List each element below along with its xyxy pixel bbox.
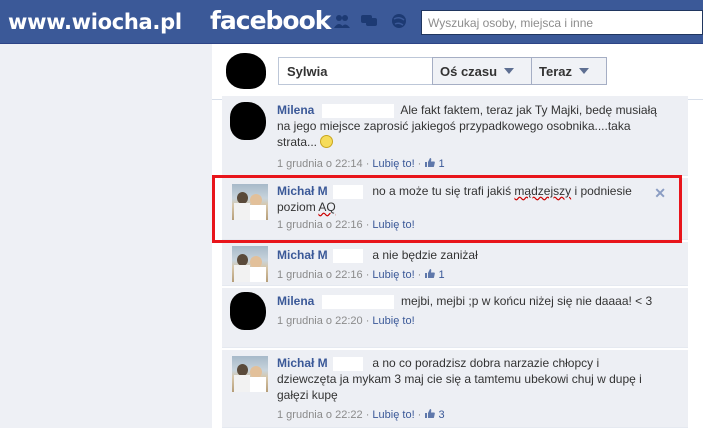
comment-text: a no co poradzisz dobra narzazie chłopcy…	[277, 356, 642, 402]
comment-text: no a może tu się trafi jakiś	[372, 184, 515, 198]
search-input[interactable]: Wyszukaj osoby, miejsca i inne	[421, 10, 703, 35]
comment-body: Milena mejbi, mejbi ;p w końcu niżej się…	[277, 293, 657, 329]
like-link[interactable]: Lubię to!	[372, 219, 414, 231]
comment-item-highlighted: Michał M no a może tu się trafi jakiś mą…	[222, 178, 688, 240]
redacted-surname	[333, 248, 364, 263]
chevron-down-icon	[504, 68, 515, 74]
smiley-emoticon-icon	[320, 135, 334, 148]
comment-item: Michał M a nie będzie zaniżał 1 grudnia …	[222, 242, 688, 286]
timeline-button-label: Oś czasu	[440, 63, 498, 79]
redacted-surname	[333, 356, 364, 371]
avatar[interactable]	[230, 292, 266, 330]
comment-meta: 1 grudnia o 22:14 · Lubię to! · 1	[277, 158, 445, 170]
profile-name-field[interactable]: Sylwia	[278, 57, 433, 85]
comment-author[interactable]: Michał M	[277, 184, 328, 198]
comment-author[interactable]: Milena	[277, 103, 314, 117]
comment-date[interactable]: 1 grudnia o 22:20	[277, 315, 363, 327]
now-button-label: Teraz	[539, 63, 572, 79]
comment-meta: 1 grudnia o 22:16 · Lubię to! · 1	[277, 269, 445, 281]
comment-text: mejbi, mejbi ;p w końcu niżej się nie da…	[401, 294, 653, 308]
notifications-icon[interactable]	[390, 13, 408, 29]
close-icon[interactable]: ✕	[654, 185, 666, 202]
comment-body: Michał M no a może tu się trafi jakiś mą…	[277, 183, 657, 233]
avatar[interactable]	[232, 246, 268, 282]
like-link[interactable]: Lubię to!	[372, 315, 414, 327]
timeline-dropdown-button[interactable]: Oś czasu	[432, 57, 532, 85]
avatar[interactable]	[232, 356, 268, 392]
profile-avatar[interactable]	[226, 53, 266, 89]
like-count[interactable]: 3	[438, 409, 444, 421]
redacted-surname	[321, 103, 394, 118]
comment-date[interactable]: 1 grudnia o 22:16	[277, 219, 363, 231]
avatar[interactable]	[232, 184, 268, 220]
thumbs-up-icon	[425, 269, 436, 278]
like-count[interactable]: 1	[438, 158, 444, 170]
comment-text: a nie będzie zaniżał	[372, 248, 478, 262]
thumbs-up-icon	[425, 409, 436, 418]
comment-meta: 1 grudnia o 22:20 · Lubię to!	[277, 315, 415, 327]
misspelled-word: mądzejszy	[514, 184, 572, 198]
site-watermark: www.wiocha.pl	[8, 10, 182, 34]
comment-author[interactable]: Michał M	[277, 356, 328, 370]
facebook-logo[interactable]: facebook	[210, 6, 331, 35]
comment-body: Michał M a nie będzie zaniżał 1 grudnia …	[277, 247, 657, 283]
comment-item: Michał M a no co poradzisz dobra narzazi…	[222, 350, 688, 428]
comment-author[interactable]: Michał M	[277, 248, 328, 262]
thumbs-up-icon	[425, 158, 436, 167]
like-link[interactable]: Lubię to!	[372, 158, 414, 170]
redacted-surname	[333, 184, 364, 199]
comment-meta: 1 grudnia o 22:16 · Lubię to!	[277, 219, 415, 231]
like-count[interactable]: 1	[438, 269, 444, 281]
like-link[interactable]: Lubię to!	[372, 269, 414, 281]
comment-date[interactable]: 1 grudnia o 22:16	[277, 269, 363, 281]
comment-item: Milena mejbi, mejbi ;p w końcu niżej się…	[222, 288, 688, 348]
comment-date[interactable]: 1 grudnia o 22:22	[277, 409, 363, 421]
comment-date[interactable]: 1 grudnia o 22:14	[277, 158, 363, 170]
now-dropdown-button[interactable]: Teraz	[531, 57, 607, 85]
comment-item: Milena Ale fakt faktem, teraz jak Ty Maj…	[222, 96, 688, 176]
chevron-down-icon	[579, 68, 589, 74]
like-link[interactable]: Lubię to!	[372, 409, 414, 421]
comment-author[interactable]: Milena	[277, 294, 314, 308]
redacted-surname	[321, 294, 394, 309]
comment-body: Michał M a no co poradzisz dobra narzazi…	[277, 355, 657, 423]
avatar[interactable]	[230, 102, 266, 140]
left-column	[0, 44, 212, 428]
misspelled-word: AQ	[318, 200, 336, 214]
comment-meta: 1 grudnia o 22:22 · Lubię to! · 3	[277, 409, 445, 421]
comment-body: Milena Ale fakt faktem, teraz jak Ty Maj…	[277, 102, 657, 172]
friend-requests-icon[interactable]	[333, 13, 351, 29]
messages-icon[interactable]	[360, 13, 378, 29]
